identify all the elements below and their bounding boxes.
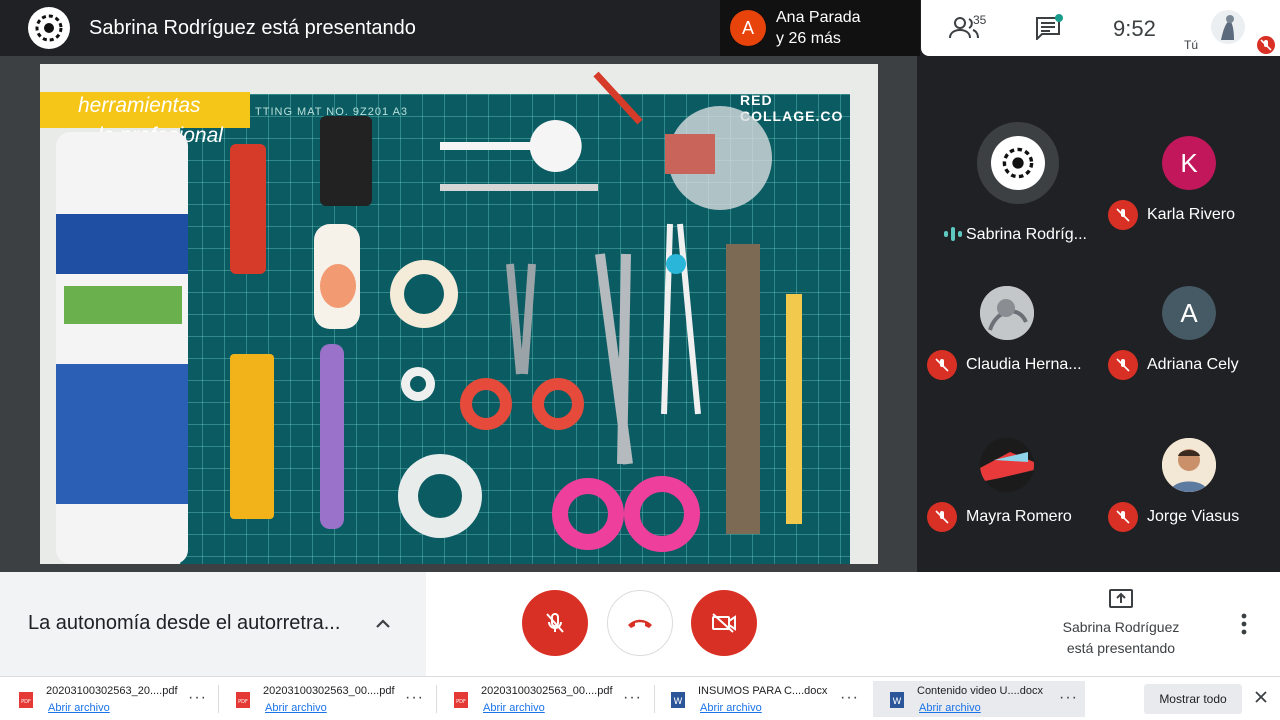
- download-filename: Contenido video U....docx: [917, 685, 1043, 697]
- download-item[interactable]: PDF 20203100302563_00....pdf Abrir archi…: [219, 681, 431, 717]
- mic-off-icon: [1108, 502, 1138, 532]
- toggle-mic-button[interactable]: [522, 590, 588, 656]
- open-file-link[interactable]: Abrir archivo: [700, 702, 762, 714]
- close-icon[interactable]: [1254, 690, 1268, 704]
- meet-window: Sabrina Rodríguez está presentando A Ana…: [0, 0, 1280, 720]
- notification-line1: Ana Parada: [776, 9, 861, 26]
- mic-off-icon: [1108, 350, 1138, 380]
- download-filename: 20203100302563_00....pdf: [263, 685, 395, 697]
- participant-name: Sabrina Rodríg...: [966, 226, 1087, 243]
- participants-grid: Sabrina Rodríg... K Karla Rivero Claudia…: [917, 88, 1280, 540]
- participant-name: Karla Rivero: [1147, 206, 1236, 223]
- meeting-info-panel: 35 9:52 Tú: [921, 0, 1280, 56]
- meeting-details-toggle[interactable]: La autonomía desde el autorretra...: [0, 572, 426, 676]
- download-menu-icon[interactable]: ···: [405, 689, 424, 707]
- meeting-name: La autonomía desde el autorretra...: [28, 612, 341, 634]
- participant-avatar: [980, 438, 1034, 492]
- chat-notification-dot: [1055, 14, 1063, 22]
- participants-count: 35: [973, 13, 987, 27]
- chevron-up-icon[interactable]: [372, 614, 394, 632]
- participant-avatar: [977, 122, 1059, 204]
- mic-off-icon: [927, 502, 957, 532]
- download-item[interactable]: W Contenido video U....docx Abrir archiv…: [873, 681, 1085, 717]
- presentation-stage: herramientas lo profesional RED COLLAGE.…: [0, 56, 917, 572]
- download-filename: 20203100302563_20....pdf: [46, 685, 178, 697]
- download-menu-icon[interactable]: ···: [623, 689, 642, 707]
- svg-text:W: W: [893, 697, 902, 707]
- call-controls-bar: La autonomía desde el autorretra... Sabr…: [0, 572, 1280, 676]
- join-notification[interactable]: A Ana Parada y 26 más: [720, 0, 920, 56]
- participant-avatar: [1162, 438, 1216, 492]
- participant-tile[interactable]: Jorge Viasus: [1099, 416, 1279, 566]
- pdf-icon: PDF: [19, 692, 33, 708]
- download-menu-icon[interactable]: ···: [840, 689, 859, 707]
- mic-off-icon: [927, 350, 957, 380]
- show-all-downloads-button[interactable]: Mostrar todo: [1144, 684, 1242, 714]
- pdf-icon: PDF: [236, 692, 250, 708]
- participant-tile[interactable]: Mayra Romero: [927, 416, 1107, 566]
- top-bar: Sabrina Rodríguez está presentando A Ana…: [0, 0, 1280, 56]
- shared-screen-image: herramientas lo profesional RED COLLAGE.…: [40, 64, 878, 564]
- download-filename: INSUMOS PARA C....docx: [698, 685, 828, 697]
- svg-text:PDF: PDF: [21, 699, 31, 705]
- notification-avatar: A: [730, 10, 766, 46]
- svg-text:PDF: PDF: [456, 699, 466, 705]
- clock: 9:52: [1113, 16, 1156, 41]
- self-video-thumbnail[interactable]: [1211, 10, 1245, 44]
- downloads-bar: PDF 20203100302563_20....pdf Abrir archi…: [0, 676, 1280, 720]
- svg-text:W: W: [674, 697, 683, 707]
- participant-name: Mayra Romero: [966, 508, 1072, 525]
- download-menu-icon[interactable]: ···: [188, 689, 207, 707]
- presenter-title: Sabrina Rodríguez está presentando: [89, 17, 416, 39]
- participant-name: Adriana Cely: [1147, 356, 1239, 373]
- pdf-icon: PDF: [454, 692, 468, 708]
- self-mic-off-icon: [1257, 36, 1275, 54]
- mic-off-icon: [546, 613, 564, 633]
- toggle-camera-button[interactable]: [691, 590, 757, 656]
- more-options-icon[interactable]: [1234, 612, 1254, 636]
- presenting-line2: está presentando: [1066, 640, 1176, 656]
- participant-name: Claudia Herna...: [966, 356, 1082, 373]
- download-menu-icon[interactable]: ···: [1059, 689, 1078, 707]
- download-filename: 20203100302563_00....pdf: [481, 685, 613, 697]
- word-icon: W: [890, 692, 904, 708]
- svg-text:PDF: PDF: [238, 699, 248, 705]
- presenting-line1: Sabrina Rodríguez: [1062, 619, 1180, 635]
- participant-tile[interactable]: Claudia Herna...: [927, 264, 1107, 414]
- present-screen-icon[interactable]: [1108, 588, 1134, 610]
- participant-avatar: K: [1162, 136, 1216, 190]
- participant-tile[interactable]: Sabrina Rodríg...: [927, 108, 1107, 258]
- camera-off-icon: [712, 613, 736, 633]
- leave-call-button[interactable]: [607, 590, 673, 656]
- participant-avatar: [980, 286, 1034, 340]
- participant-avatar: A: [1162, 286, 1216, 340]
- participant-name: Jorge Viasus: [1147, 508, 1240, 525]
- hang-up-icon: [628, 619, 652, 628]
- self-label: Tú: [1184, 38, 1199, 52]
- participant-tile[interactable]: A Adriana Cely: [1099, 264, 1279, 414]
- word-icon: W: [671, 692, 685, 708]
- tools-illustration: [56, 71, 802, 564]
- download-item[interactable]: W INSUMOS PARA C....docx Abrir archivo ·…: [654, 681, 866, 717]
- download-item[interactable]: PDF 20203100302563_00....pdf Abrir archi…: [437, 681, 649, 717]
- open-file-link[interactable]: Abrir archivo: [48, 702, 110, 714]
- notification-line2: y 26 más: [776, 30, 841, 47]
- mic-off-icon: [1108, 200, 1138, 230]
- speaking-indicator-icon: [944, 227, 962, 241]
- open-file-link[interactable]: Abrir archivo: [483, 702, 545, 714]
- participant-tile[interactable]: K Karla Rivero: [1099, 114, 1279, 264]
- presenter-logo: [28, 7, 70, 49]
- open-file-link[interactable]: Abrir archivo: [919, 702, 981, 714]
- open-file-link[interactable]: Abrir archivo: [265, 702, 327, 714]
- download-item[interactable]: PDF 20203100302563_20....pdf Abrir archi…: [2, 681, 214, 717]
